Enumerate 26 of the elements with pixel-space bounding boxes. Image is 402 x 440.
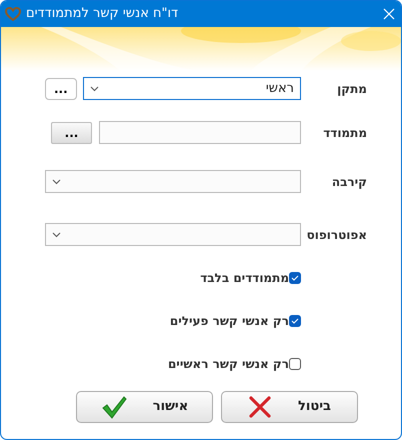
chevron-icon — [52, 178, 61, 184]
check-icon — [291, 275, 299, 281]
checkbox[interactable] — [289, 315, 301, 327]
window-title: דו"ח אנשי קשר למתמודדים — [26, 5, 178, 24]
dropdown[interactable]: ראשי — [82, 77, 301, 100]
input-field[interactable] — [99, 121, 301, 144]
cancel-button[interactable]: ביטול — [221, 391, 358, 423]
chevron-icon — [90, 86, 99, 92]
check-icon — [291, 318, 299, 324]
browse-button[interactable]: ... — [51, 122, 92, 144]
field-label: מתמודד — [322, 124, 368, 142]
field-label: מתקן — [336, 80, 368, 98]
check-icon — [100, 395, 127, 419]
checkbox[interactable] — [289, 358, 301, 370]
checkbox-label: מתמודדים בלבד — [200, 270, 289, 287]
field-label: קירבה — [330, 174, 368, 190]
checkbox-label: רק אנשי קשר פעילים — [170, 313, 289, 330]
ok-button[interactable]: אישור — [76, 391, 213, 423]
heart-icon — [5, 7, 21, 21]
checkbox[interactable] — [289, 272, 301, 284]
close-icon[interactable] — [383, 8, 395, 20]
chevron-icon — [52, 232, 61, 238]
field-label: אפוטרופוס — [306, 226, 368, 244]
checkbox-label: רק אנשי קשר ראשיים — [168, 356, 289, 373]
browse-button[interactable]: ... — [45, 78, 77, 100]
close-icon — [248, 395, 272, 419]
